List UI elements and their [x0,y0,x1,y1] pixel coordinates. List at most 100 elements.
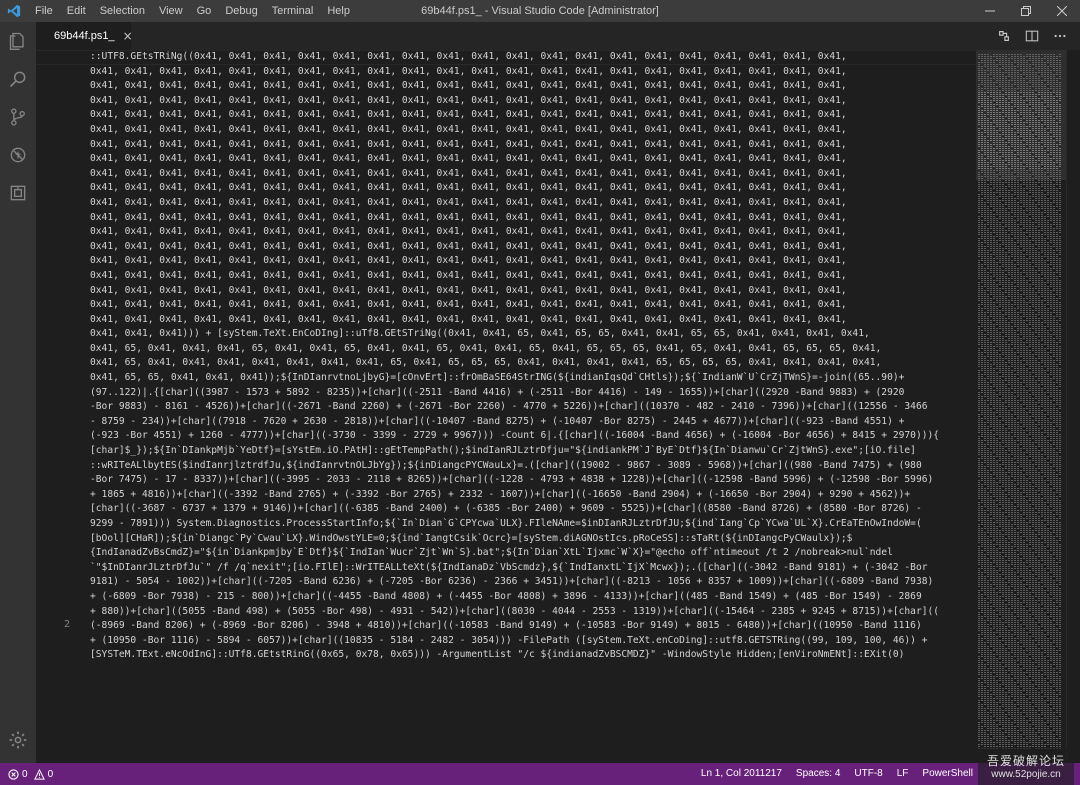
minimap-stroke [1047,296,1049,297]
minimap-stroke [1053,394,1055,395]
menu-selection[interactable]: Selection [93,0,152,22]
split-editor-icon [1025,30,1039,42]
minimap-stroke [1050,204,1052,205]
minimap-stroke [1044,186,1046,187]
menu-edit[interactable]: Edit [60,0,93,22]
minimap-stroke [1056,394,1058,395]
manage-button[interactable] [0,721,36,759]
source-control-button[interactable] [0,98,36,136]
restore-button[interactable] [1008,0,1044,22]
minimap-stroke [1017,426,1019,427]
minimap-stroke [1008,404,1010,405]
minimap-stroke [984,432,986,433]
debug-button[interactable] [0,136,36,174]
minimap-stroke [1008,400,1010,401]
minimap-stroke [1050,404,1052,405]
menu-file[interactable]: File [28,0,60,22]
minimap-stroke [1017,356,1019,357]
minimap-stroke [1038,376,1040,377]
minimap-stroke [1041,186,1043,187]
minimap-stroke [1029,276,1031,277]
close-window-button[interactable] [1044,0,1080,22]
minimap-stroke [1056,282,1058,283]
minimap-stroke [1029,366,1031,367]
minimap-stroke [993,386,995,387]
minimap-stroke [1005,430,1007,431]
menu-debug[interactable]: Debug [218,0,264,22]
minimap-stroke [987,288,989,289]
minimap-stroke [993,214,995,215]
menu-go[interactable]: Go [190,0,219,22]
minimap-stroke [1050,242,1052,243]
more-actions-button[interactable] [1046,22,1074,50]
minimap-stroke [1011,298,1013,299]
minimap-stroke [984,302,986,303]
minimap-stroke [1017,394,1019,395]
minimap-stroke [1059,356,1061,357]
code-text[interactable]: ::UTF8.GEtsTRiNg((0x41, 0x41, 0x41, 0x41… [90,50,970,663]
minimap-stroke [996,422,998,423]
minimap-stroke [1026,438,1028,439]
minimap-stroke [1011,384,1013,385]
minimap-stroke [1038,260,1040,261]
minimap-stroke [999,360,1001,361]
minimap-stroke [1035,358,1037,359]
minimap-stroke [1047,190,1049,191]
minimap[interactable] [976,50,1066,763]
minimap-stroke [1047,338,1049,339]
minimap-stroke [1029,240,1031,241]
minimap-stroke [996,320,998,321]
extensions-button[interactable] [0,174,36,212]
minimap-stroke [990,328,992,329]
minimap-stroke [978,272,980,273]
minimap-stroke [1026,430,1028,431]
minimap-stroke [1056,262,1058,263]
minimap-stroke [1047,418,1049,419]
open-changes-button[interactable] [990,22,1018,50]
minimap-stroke [990,370,992,371]
minimap-stroke [1056,326,1058,327]
minimap-stroke [1020,220,1022,221]
minimap-stroke [1020,238,1022,239]
minimap-stroke [987,302,989,303]
search-button[interactable] [0,60,36,98]
minimap-stroke [1035,230,1037,231]
explorer-button[interactable] [0,22,36,60]
minimap-stroke [1044,292,1046,293]
minimap-stroke [1035,184,1037,185]
minimap-stroke [978,424,980,425]
minimap-stroke [1023,436,1025,437]
minimize-button[interactable] [972,0,1008,22]
code-editor[interactable]: 2 ::UTF8.GEtsTRiNg((0x41, 0x41, 0x41, 0x… [36,50,976,763]
minimap-stroke [1056,288,1058,289]
tab-69b44f[interactable]: 69b44f.ps1_ × [36,22,133,50]
minimap-stroke [1050,426,1052,427]
menu-terminal[interactable]: Terminal [265,0,321,22]
minimap-stroke [1008,348,1010,349]
minimap-stroke [1023,250,1025,251]
minimap-stroke [1023,322,1025,323]
minimap-stroke [978,230,980,231]
minimap-stroke [999,394,1001,395]
minimap-stroke [1017,400,1019,401]
minimap-stroke [987,346,989,347]
minimap-stroke [1020,294,1022,295]
minimap-stroke [1035,438,1037,439]
menu-help[interactable]: Help [320,0,357,22]
minimap-stroke [1050,350,1052,351]
minimap-stroke [1023,430,1025,431]
minimap-stroke [1005,372,1007,373]
minimap-stroke [1011,230,1013,231]
minimap-stroke [984,380,986,381]
minimap-stroke [996,364,998,365]
tab-close-button[interactable]: × [123,29,133,43]
minimap-stroke [1029,318,1031,319]
split-editor-button[interactable] [1018,22,1046,50]
minimap-stroke [1053,254,1055,255]
minimap-stroke [1035,382,1037,383]
menu-view[interactable]: View [152,0,190,22]
minimap-stroke [1002,408,1004,409]
minimap-stroke [987,390,989,391]
minimap-stroke [1038,278,1040,279]
minimap-stroke [984,394,986,395]
